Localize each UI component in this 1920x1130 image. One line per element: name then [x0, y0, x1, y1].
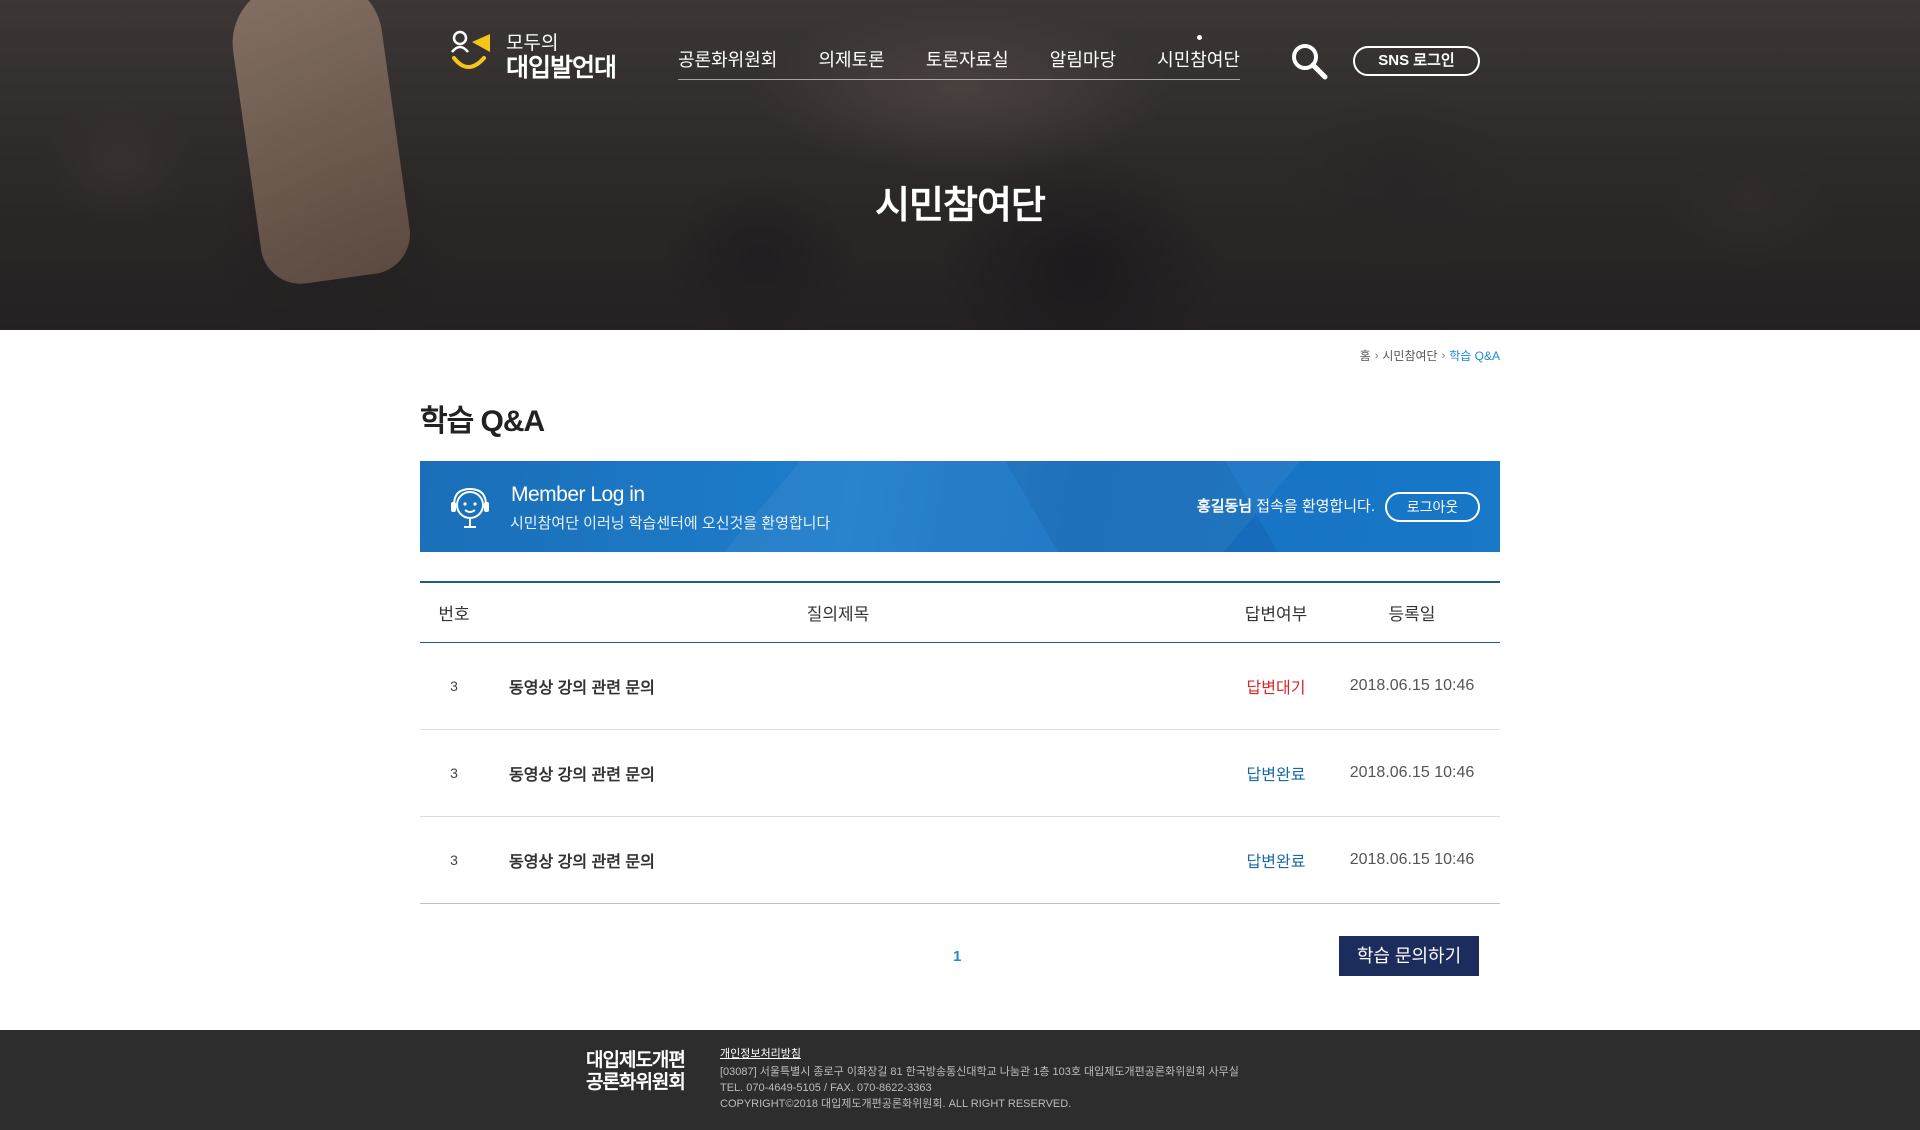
status-badge: 답변완료	[1246, 767, 1306, 784]
row-number: 3	[450, 852, 458, 868]
status-badge: 답변대기	[1246, 680, 1306, 697]
footer-logo-line2: 공론화위원회	[586, 1072, 686, 1093]
column-no: 번호	[438, 605, 470, 624]
column-date: 등록일	[1388, 605, 1436, 624]
breadcrumb-parent[interactable]: 시민참여단	[1382, 347, 1437, 364]
breadcrumb-home[interactable]: 홈	[1360, 347, 1371, 364]
member-title: Member Log in	[511, 483, 645, 506]
table-row[interactable]: 3 동영상 강의 관련 문의 답변완료 2018.06.15 10:46	[420, 817, 1500, 904]
breadcrumb: 홈 › 시민참여단 › 학습 Q&A	[1360, 347, 1500, 364]
main-nav: 공론화위원회 의제토론 토론자료실 알림마당 시민참여단	[678, 35, 1240, 80]
footer: 대입제도개편 공론화위원회 개인정보처리방침 [03087] 서울특별시 종로구…	[0, 1030, 1920, 1130]
pagination-current-page[interactable]: 1	[953, 948, 961, 965]
row-number: 3	[450, 765, 458, 781]
headset-user-icon	[451, 487, 489, 528]
nav-item-notice[interactable]: 알림마당	[1050, 46, 1116, 80]
chevron-right-icon: ›	[1374, 349, 1379, 362]
page-title: 학습 Q&A	[420, 405, 545, 438]
smile-logo-icon	[451, 30, 490, 69]
column-title: 질의제목	[806, 605, 870, 624]
member-login-banner: Member Log in 시민참여단 이러닝 학습센터에 오신것을 환영합니다…	[420, 461, 1500, 552]
ask-question-button[interactable]: 학습 문의하기	[1339, 936, 1479, 976]
welcome-message: 홍길동님 접속을 환영합니다.	[1197, 495, 1375, 516]
table-header: 번호 질의제목 답변여부 등록일	[420, 583, 1500, 643]
row-title-link[interactable]: 동영상 강의 관련 문의	[488, 674, 1188, 698]
row-date: 2018.06.15 10:46	[1349, 764, 1475, 781]
footer-info: 개인정보처리방침 [03087] 서울특별시 종로구 이화장길 81 한국방송통…	[720, 1046, 1239, 1112]
user-name: 홍길동님	[1196, 498, 1253, 515]
hero-banner: 모두의 대입발언대 공론화위원회 의제토론 토론자료실 알림마당 시민참여단 S…	[0, 0, 1920, 330]
footer-logo: 대입제도개편 공론화위원회	[586, 1050, 686, 1094]
footer-address: [03087] 서울특별시 종로구 이화장길 81 한국방송통신대학교 나눔관 …	[720, 1066, 1239, 1078]
search-icon[interactable]	[1290, 42, 1328, 80]
status-badge: 답변완료	[1246, 854, 1306, 871]
breadcrumb-current: 학습 Q&A	[1449, 349, 1500, 363]
hero-title: 시민참여단	[875, 185, 1046, 227]
row-date: 2018.06.15 10:46	[1349, 677, 1475, 694]
chevron-right-icon: ›	[1441, 349, 1446, 362]
column-status: 답변여부	[1244, 605, 1308, 624]
row-title-link[interactable]: 동영상 강의 관련 문의	[488, 848, 1188, 872]
sns-login-button[interactable]: SNS 로그인	[1353, 46, 1480, 76]
nav-item-committee[interactable]: 공론화위원회	[678, 46, 777, 80]
row-number: 3	[450, 678, 458, 694]
logout-button[interactable]: 로그아웃	[1385, 492, 1480, 522]
footer-logo-line1: 대입제도개편	[586, 1050, 686, 1071]
table-row[interactable]: 3 동영상 강의 관련 문의 답변대기 2018.06.15 10:46	[420, 643, 1500, 730]
site-logo[interactable]: 모두의 대입발언대	[448, 26, 618, 82]
member-subtitle: 시민참여단 이러닝 학습센터에 오신것을 환영합니다	[510, 515, 831, 532]
raised-hand-photo	[224, 0, 416, 289]
row-date: 2018.06.15 10:46	[1349, 851, 1475, 868]
nav-item-agenda[interactable]: 의제토론	[818, 46, 884, 80]
nav-item-resources[interactable]: 토론자료실	[926, 46, 1009, 80]
qna-table: 번호 질의제목 답변여부 등록일 3 동영상 강의 관련 문의 답변대기 201…	[420, 581, 1500, 904]
nav-item-citizen[interactable]: 시민참여단	[1157, 35, 1240, 80]
footer-contact: TEL. 070-4649-5105 / FAX. 070-8622-3363	[720, 1082, 932, 1094]
welcome-text: 접속을 환영합니다.	[1252, 498, 1375, 515]
privacy-policy-link[interactable]: 개인정보처리방침	[720, 1046, 801, 1062]
footer-copyright: COPYRIGHT©2018 대입제도개편공론화위원회. ALL RIGHT R…	[720, 1098, 1072, 1110]
logo-big-text: 대입발언대	[506, 54, 617, 82]
row-title-link[interactable]: 동영상 강의 관련 문의	[488, 761, 1188, 785]
table-row[interactable]: 3 동영상 강의 관련 문의 답변완료 2018.06.15 10:46	[420, 730, 1500, 817]
